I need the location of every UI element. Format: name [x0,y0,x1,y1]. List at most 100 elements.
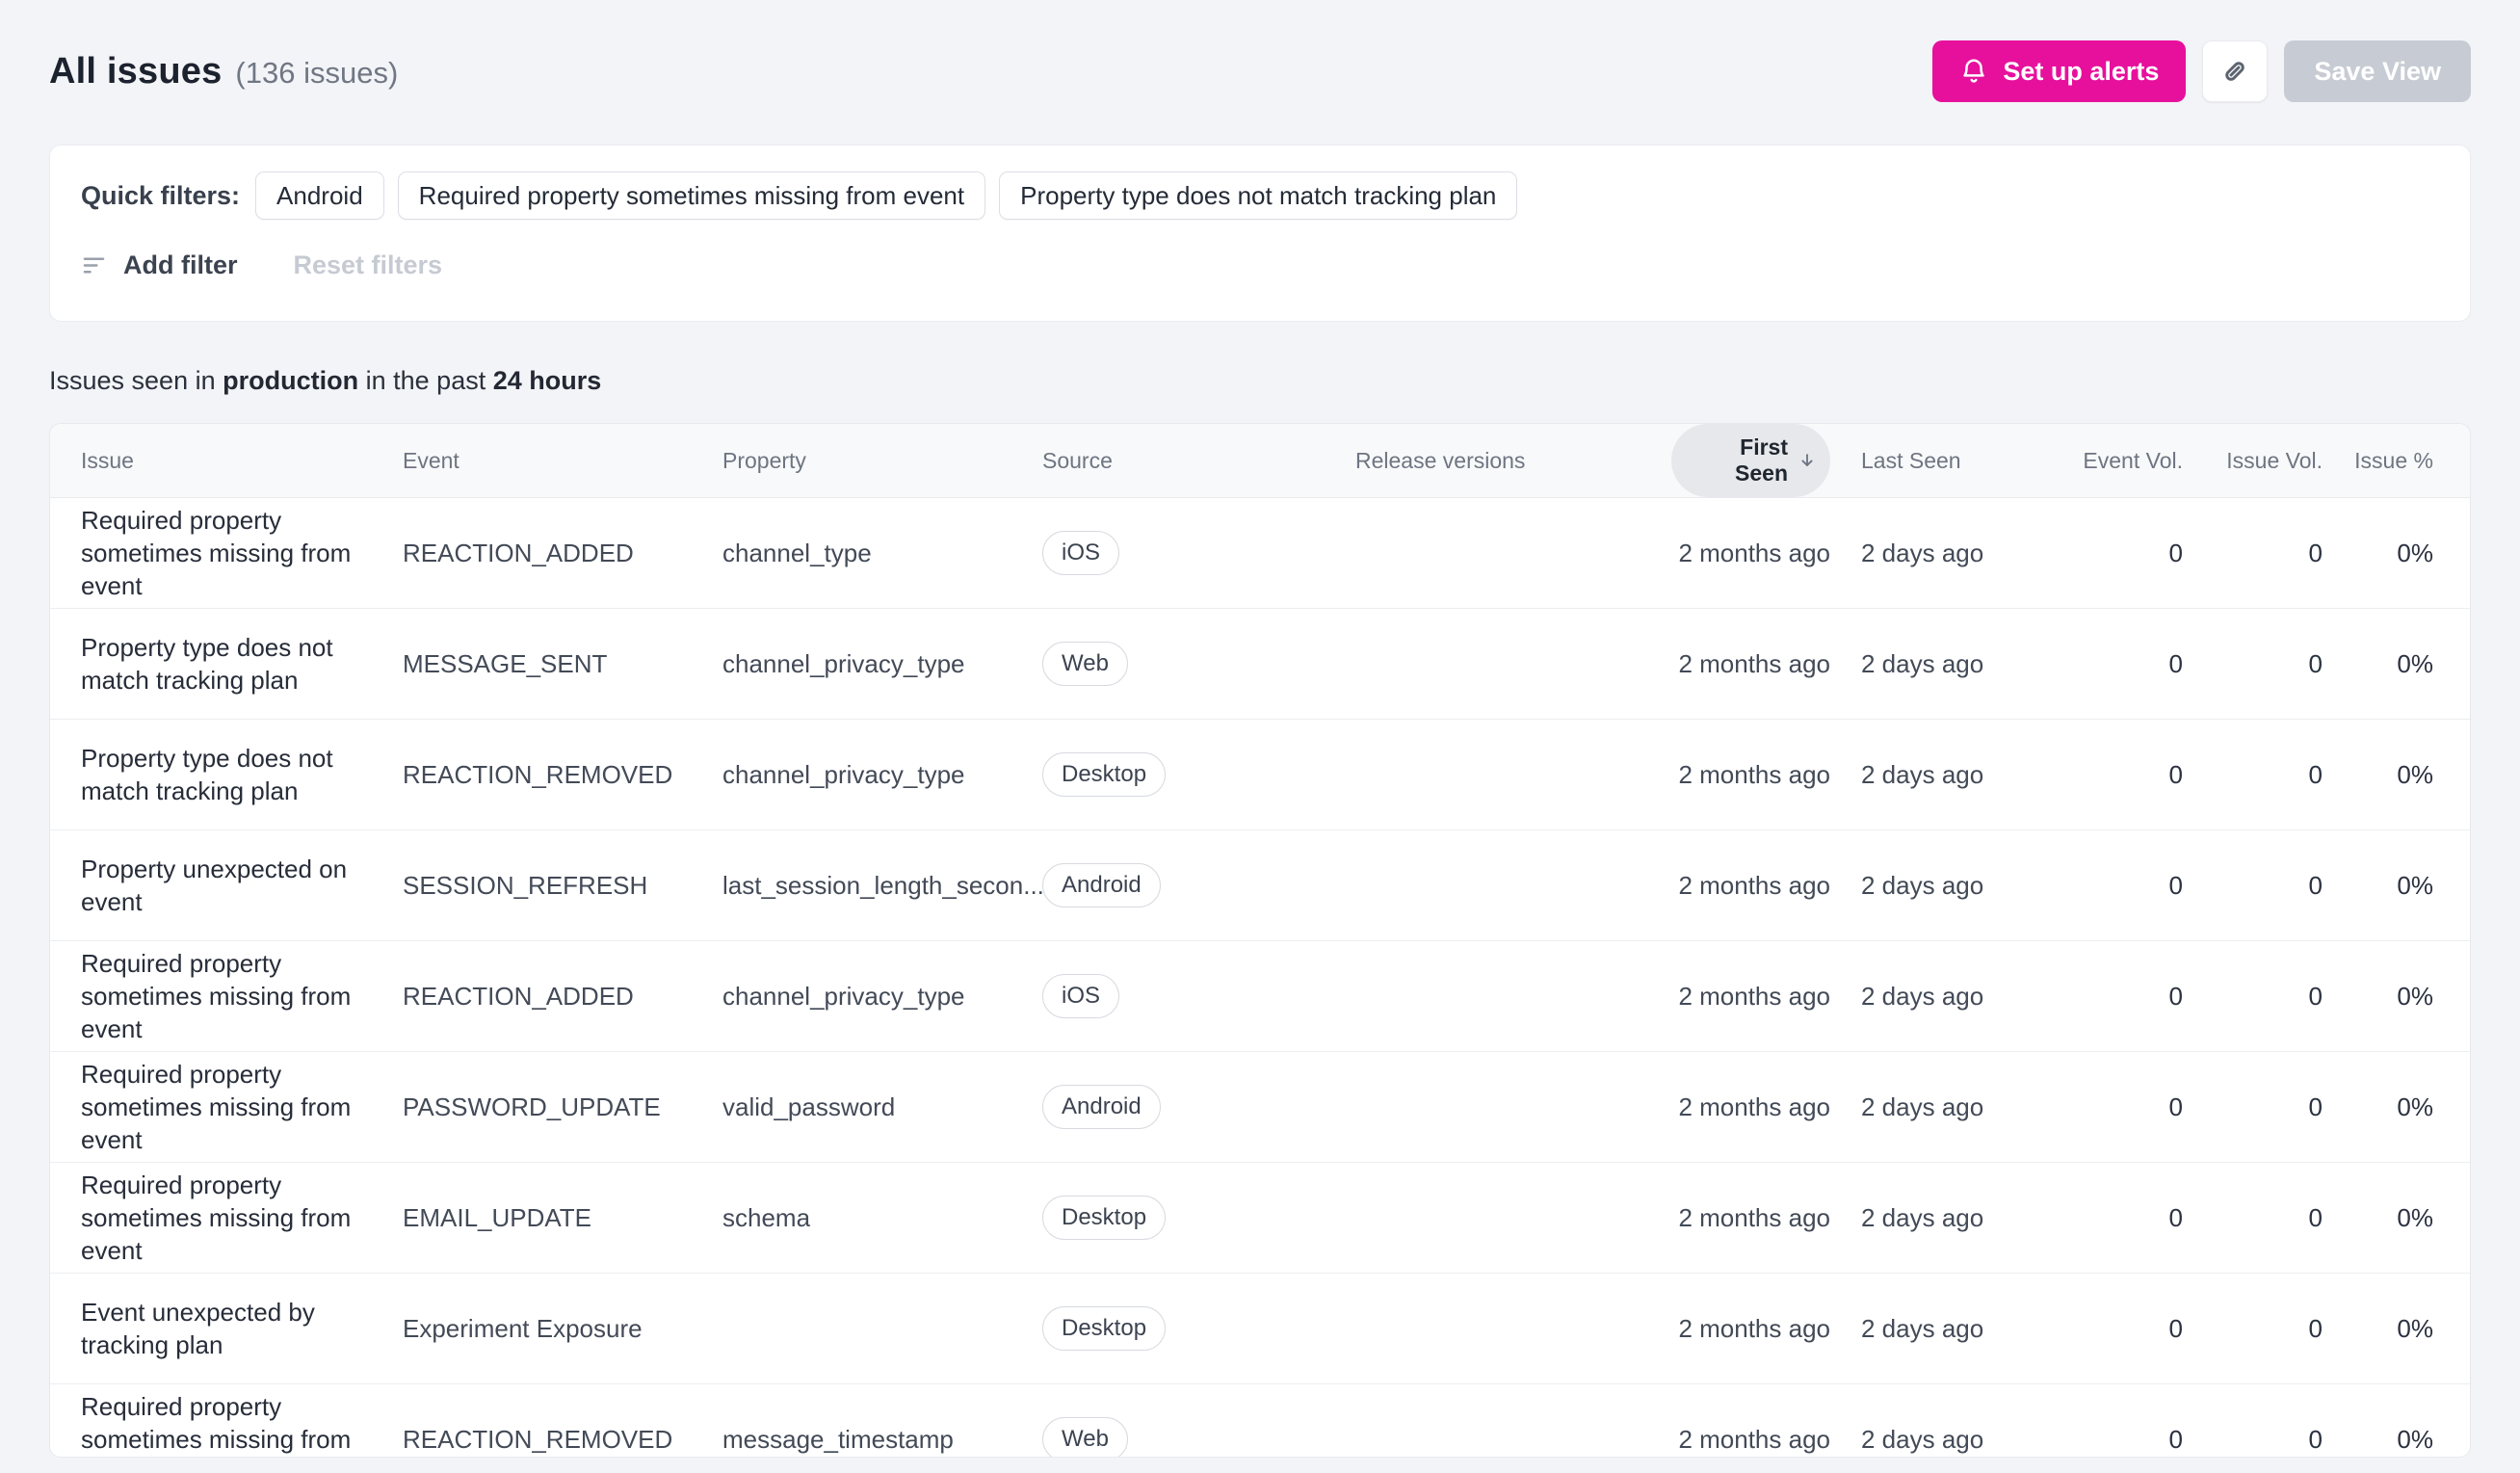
issue-pct-cell: 0% [2323,1383,2470,1457]
topbar: All issues (136 issues) Set up alerts Sa… [0,0,2520,102]
source-cell: Desktop [1042,1162,1355,1274]
issue-pct-cell: 0% [2323,497,2470,609]
source-badge: iOS [1042,531,1120,575]
event-cell: REACTION_REMOVED [403,1383,722,1457]
issue-cell: Property unexpected on event [50,829,403,941]
event-vol-cell: 0 [2050,829,2183,941]
release-versions-cell [1355,719,1671,830]
release-versions-cell [1355,940,1671,1052]
issue-vol-cell: 0 [2183,719,2323,830]
quick-filter-chip[interactable]: Property type does not match tracking pl… [999,171,1518,220]
table-row[interactable]: Required property sometimes missing from… [50,1162,2470,1274]
source-cell: Desktop [1042,1273,1355,1384]
source-badge: iOS [1042,974,1120,1018]
table-row[interactable]: Required property sometimes missing from… [50,1051,2470,1163]
last-seen-cell: 2 days ago [1830,1162,2050,1274]
add-filter-button[interactable]: Add filter [81,250,238,280]
property-cell: valid_password [722,1051,1042,1163]
issue-pct-cell: 0% [2323,829,2470,941]
save-view-button[interactable]: Save View [2284,40,2471,102]
property-cell: last_session_length_secon... [722,829,1042,941]
issue-vol-cell: 0 [2183,1162,2323,1274]
source-badge: Desktop [1042,752,1167,797]
source-cell: Web [1042,608,1355,720]
set-up-alerts-button[interactable]: Set up alerts [1932,40,2187,102]
issue-pct-cell: 0% [2323,1051,2470,1163]
event-cell: Experiment Exposure [403,1273,722,1384]
quick-filter-chip[interactable]: Android [255,171,384,220]
column-header-issue[interactable]: Issue [50,424,403,498]
property-cell: channel_privacy_type [722,719,1042,830]
issue-cell: Property type does not match tracking pl… [50,719,403,830]
column-header-source[interactable]: Source [1042,424,1355,498]
issues-page: All issues (136 issues) Set up alerts Sa… [0,0,2520,1473]
last-seen-cell: 2 days ago [1830,1273,2050,1384]
last-seen-cell: 2 days ago [1830,1051,2050,1163]
sorted-column-pill[interactable]: First Seen [1671,424,1830,497]
issue-pct-cell: 0% [2323,1162,2470,1274]
event-vol-cell: 0 [2050,608,2183,720]
event-cell: REACTION_ADDED [403,940,722,1052]
release-versions-cell [1355,1051,1671,1163]
property-cell: schema [722,1162,1042,1274]
column-header-first-seen[interactable]: First Seen [1671,424,1830,498]
header-actions: Set up alerts Save View [1932,40,2471,102]
scope-window: 24 hours [492,366,602,395]
first-seen-cell: 2 months ago [1671,497,1830,609]
table-row[interactable]: Event unexpected by tracking plan Experim… [50,1273,2470,1384]
column-header-issue[interactable]: Issue % [2323,424,2470,498]
release-versions-cell [1355,497,1671,609]
issue-vol-cell: 0 [2183,940,2323,1052]
first-seen-cell: 2 months ago [1671,1383,1830,1457]
first-seen-cell: 2 months ago [1671,1162,1830,1274]
table-row[interactable]: Required property sometimes missing from… [50,1383,2470,1457]
column-header-property[interactable]: Property [722,424,1042,498]
first-seen-cell: 2 months ago [1671,940,1830,1052]
add-filter-label: Add filter [123,250,238,279]
issue-pct-cell: 0% [2323,719,2470,830]
link-icon [2218,55,2251,88]
property-cell: message_timestamp [722,1383,1042,1457]
column-header-event-vol[interactable]: Event Vol. [2050,424,2183,498]
reset-filters-button[interactable]: Reset filters [294,250,443,280]
issue-pct-cell: 0% [2323,940,2470,1052]
table-row[interactable]: Property type does not match tracking pl… [50,608,2470,720]
issues-table: Issue Event Property Source Release versions… [50,424,2470,1457]
scope-prefix: Issues seen in [49,366,216,395]
table-row[interactable]: Property unexpected on event SESSION_REFR… [50,829,2470,941]
source-badge: Android [1042,1085,1161,1129]
table-row[interactable]: Property type does not match tracking pl… [50,719,2470,830]
event-vol-cell: 0 [2050,1383,2183,1457]
copy-link-button[interactable] [2202,40,2269,102]
column-header-event[interactable]: Event [403,424,722,498]
bottom-strip [0,1458,2520,1465]
event-cell: PASSWORD_UPDATE [403,1051,722,1163]
source-cell: Android [1042,829,1355,941]
column-header-last-seen[interactable]: Last Seen [1830,424,2050,498]
quick-filter-chip[interactable]: Required property sometimes missing from… [397,171,986,220]
issues-table-card: Issue Event Property Source Release versions… [49,423,2471,1458]
sorted-column-label: First Seen [1735,434,1789,486]
property-cell: channel_privacy_type [722,940,1042,1052]
issue-count: (136 issues) [235,55,399,90]
quick-filters-row: Quick filters: Android Required property … [81,171,2439,220]
issue-cell: Required property sometimes missing from… [50,1051,403,1163]
scope-environment: production [223,366,359,395]
column-header-release-versions[interactable]: Release versions [1355,424,1671,498]
column-header-issue-vol[interactable]: Issue Vol. [2183,424,2323,498]
title-group: All issues (136 issues) [49,51,398,92]
event-cell: SESSION_REFRESH [403,829,722,941]
first-seen-cell: 2 months ago [1671,1273,1830,1384]
table-row[interactable]: Required property sometimes missing from… [50,497,2470,609]
table-row[interactable]: Required property sometimes missing from… [50,940,2470,1052]
event-vol-cell: 0 [2050,1273,2183,1384]
first-seen-cell: 2 months ago [1671,829,1830,941]
last-seen-cell: 2 days ago [1830,1383,2050,1457]
table-header-row: Issue Event Property Source Release versions… [50,424,2470,498]
source-badge: Web [1042,1417,1128,1457]
source-badge: Android [1042,863,1161,907]
last-seen-cell: 2 days ago [1830,719,2050,830]
issue-cell: Required property sometimes missing from… [50,497,403,609]
source-cell: iOS [1042,940,1355,1052]
arrow-down-icon [1801,454,1813,466]
